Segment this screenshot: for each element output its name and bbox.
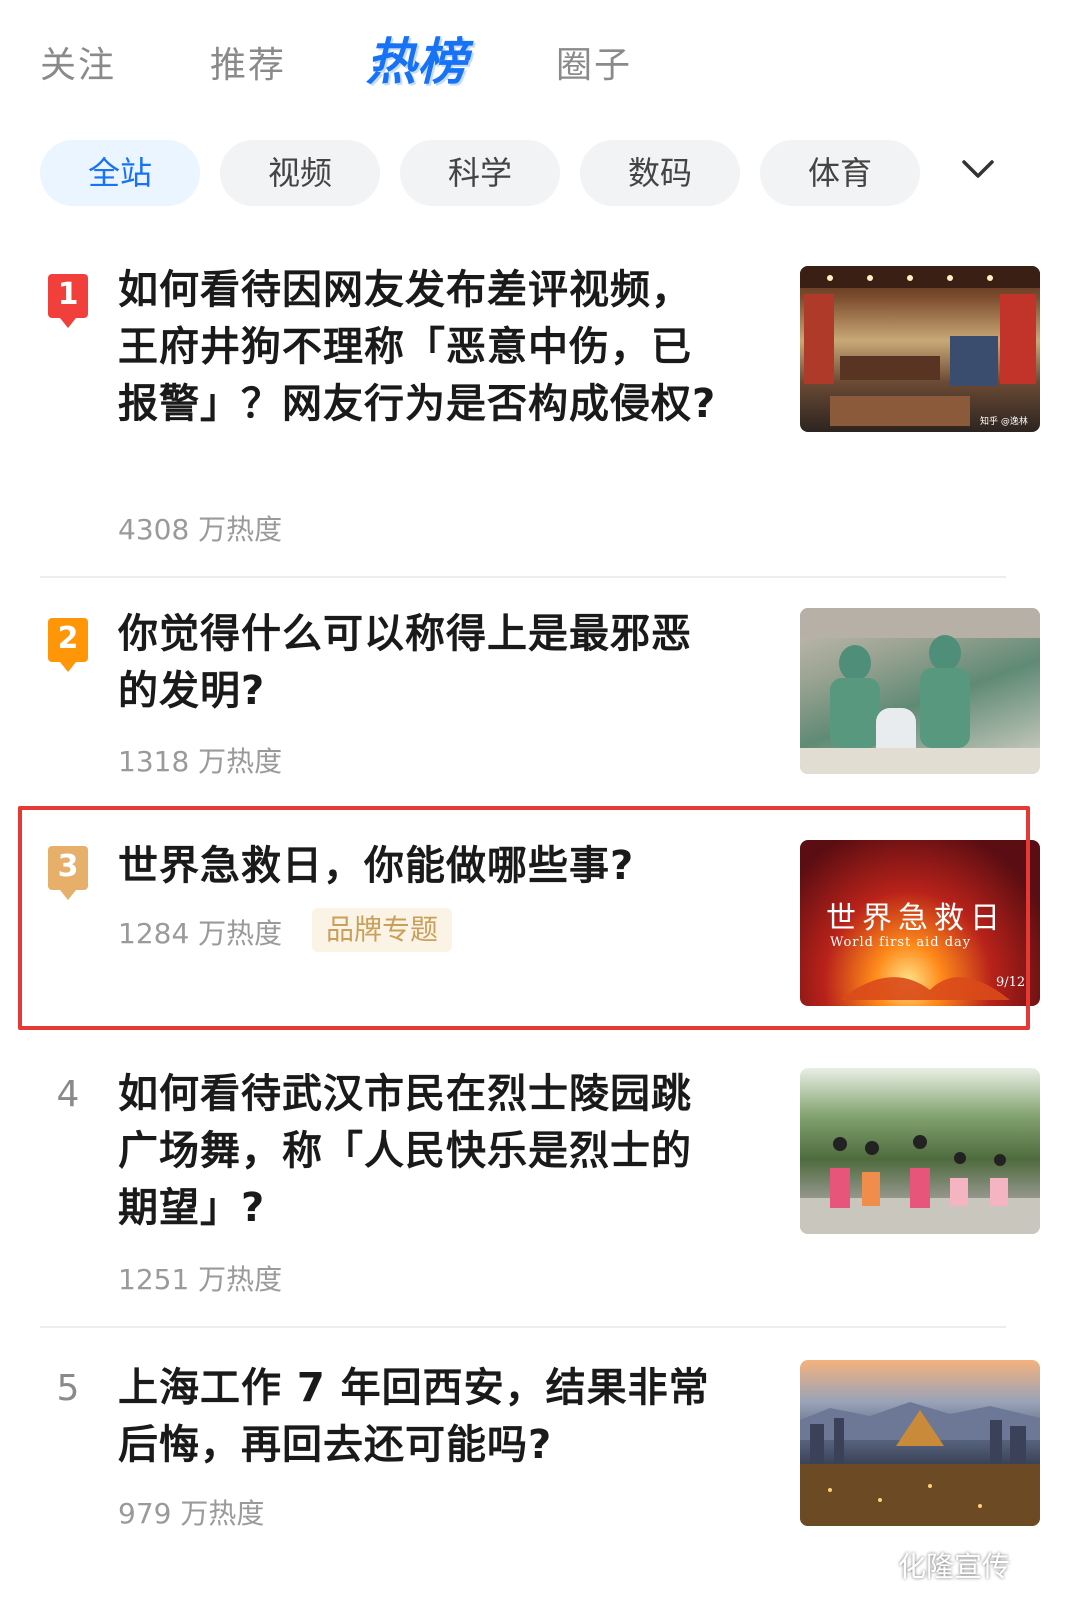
- divider: [40, 576, 1006, 578]
- list-item[interactable]: 1 如何看待因网友发布差评视频，王府井狗不理称「恶意中伤，已报警」？网友行为是否…: [40, 262, 1040, 562]
- heat-count: 979 万热度: [118, 1497, 265, 1530]
- chip-all[interactable]: 全站: [40, 140, 200, 206]
- item-title[interactable]: 如何看待武汉市民在烈士陵园跳广场舞，称「人民快乐是烈士的期望」?: [118, 1066, 730, 1237]
- thumbnail-image[interactable]: 世界急救日 World first aid day 9/12: [800, 840, 1040, 1006]
- rank-number: 5: [56, 1368, 80, 1409]
- square-dance-illustration: [800, 1135, 1040, 1234]
- city-skyline-illustration: [800, 1402, 1040, 1526]
- thumbnail-subtitle: World first aid day: [830, 935, 971, 950]
- thumbnail-watermark: 知乎 @逸林: [980, 415, 1028, 427]
- thumbnail-image[interactable]: 知乎 @逸林: [800, 266, 1040, 432]
- top-tabs: 关注 推荐 热榜 圈子: [40, 18, 1040, 98]
- brand-topic-badge: 品牌专题: [312, 908, 453, 952]
- watermark-text: 化隆宣传: [897, 1550, 1010, 1583]
- restaurant-illustration: 知乎 @逸林: [800, 266, 1040, 427]
- heat-count: 1284 万热度: [118, 917, 283, 950]
- tab-follow[interactable]: 关注: [40, 36, 116, 88]
- list-item[interactable]: 4 如何看待武汉市民在烈士陵园跳广场舞，称「人民快乐是烈士的期望」? 1251 …: [40, 1066, 1040, 1306]
- chip-video[interactable]: 视频: [220, 140, 380, 206]
- tab-hot-list[interactable]: 热榜: [366, 22, 468, 94]
- chevron-down-icon[interactable]: [956, 148, 1000, 192]
- rank-number: 4: [56, 1074, 80, 1115]
- item-title[interactable]: 世界急救日，你能做哪些事?: [118, 838, 730, 895]
- chip-digital[interactable]: 数码: [580, 140, 740, 206]
- thumbnail-image[interactable]: [800, 1068, 1040, 1234]
- item-title[interactable]: 如何看待因网友发布差评视频，王府井狗不理称「恶意中伤，已报警」？网友行为是否构成…: [118, 262, 730, 433]
- thumbnail-title: 世界急救日: [826, 901, 1006, 936]
- wechat-icon: [862, 1558, 891, 1578]
- rank-badge: 2: [48, 618, 88, 672]
- divider: [40, 1326, 1006, 1328]
- item-title[interactable]: 上海工作 7 年回西安，结果非常后悔，再回去还可能吗?: [118, 1360, 730, 1474]
- list-item[interactable]: 2 你觉得什么可以称得上是最邪恶的发明? 1318 万热度: [40, 606, 1040, 786]
- heat-count: 1318 万热度: [118, 745, 283, 778]
- hazmat-workers-illustration: [800, 608, 1040, 774]
- list-item[interactable]: 5 上海工作 7 年回西安，结果非常后悔，再回去还可能吗? 979 万热度: [40, 1360, 1040, 1540]
- rank-badge: 3: [48, 846, 88, 900]
- tab-circles[interactable]: 圈子: [556, 36, 632, 88]
- first-aid-day-illustration: 世界急救日 World first aid day 9/12: [826, 901, 1025, 1000]
- thumbnail-date: 9/12: [996, 975, 1025, 990]
- heat-count: 4308 万热度: [118, 513, 283, 546]
- chip-sports[interactable]: 体育: [760, 140, 920, 206]
- category-chips: 全站 视频 科学 数码 体育: [40, 140, 1040, 206]
- chip-science[interactable]: 科学: [400, 140, 560, 206]
- wechat-watermark: 化隆宣传: [862, 1545, 1010, 1585]
- rank-badge: 1: [48, 274, 88, 328]
- thumbnail-image[interactable]: [800, 608, 1040, 774]
- heat-count: 1251 万热度: [118, 1263, 283, 1296]
- item-title[interactable]: 你觉得什么可以称得上是最邪恶的发明?: [118, 606, 730, 720]
- tab-recommend[interactable]: 推荐: [210, 36, 286, 88]
- list-item[interactable]: 3 世界急救日，你能做哪些事? 1284 万热度 品牌专题 世界急救日 Worl…: [40, 838, 1040, 1008]
- thumbnail-image[interactable]: [800, 1360, 1040, 1526]
